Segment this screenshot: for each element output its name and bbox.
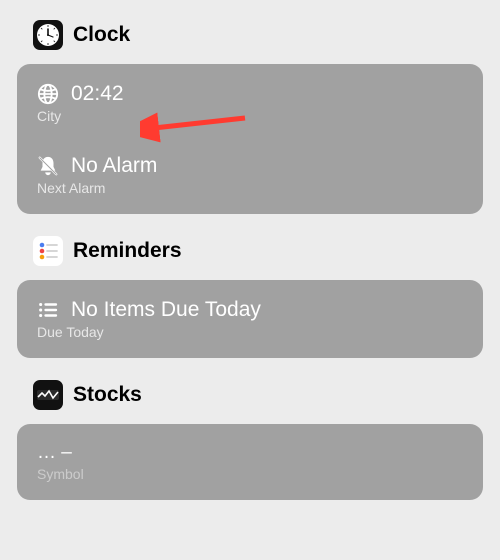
clock-time-value: 02:42: [71, 82, 124, 106]
reminders-value: No Items Due Today: [71, 298, 261, 322]
list-icon: [37, 299, 59, 321]
clock-app-icon: [33, 20, 63, 50]
stocks-value: … –: [37, 442, 463, 464]
stocks-app-icon: [33, 380, 63, 410]
clock-title: Clock: [73, 23, 130, 47]
alarm-label: Next Alarm: [37, 180, 463, 196]
reminders-title: Reminders: [73, 239, 182, 263]
clock-city-label: City: [37, 108, 463, 124]
stocks-widget-card[interactable]: … – Symbol: [17, 424, 483, 500]
clock-widget-card[interactable]: 02:42 City No Alarm Next Alarm: [17, 64, 483, 214]
stocks-section-header: Stocks: [17, 380, 483, 410]
world-clock-row[interactable]: 02:42: [37, 82, 463, 106]
reminders-row[interactable]: No Items Due Today: [37, 298, 463, 322]
alarm-value: No Alarm: [71, 154, 157, 178]
clock-section-header: Clock: [17, 20, 483, 50]
alarm-row[interactable]: No Alarm: [37, 154, 463, 178]
alarm-off-icon: [37, 155, 59, 177]
stocks-label: Symbol: [37, 466, 463, 482]
reminders-widget-card[interactable]: No Items Due Today Due Today: [17, 280, 483, 358]
reminders-label: Due Today: [37, 324, 463, 340]
globe-icon: [37, 83, 59, 105]
reminders-section-header: Reminders: [17, 236, 483, 266]
reminders-app-icon: [33, 236, 63, 266]
stocks-title: Stocks: [73, 383, 142, 407]
